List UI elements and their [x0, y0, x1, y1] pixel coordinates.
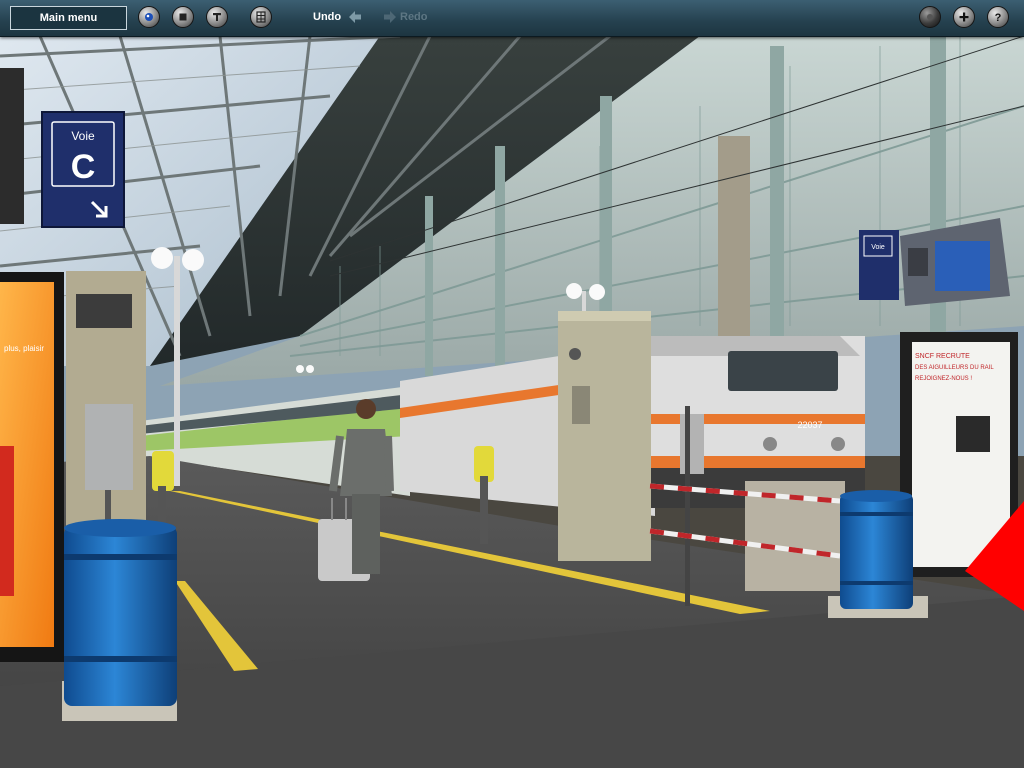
grid-button[interactable]: [250, 6, 272, 28]
zoom-in-button[interactable]: [953, 6, 975, 28]
right-ad-line3: REJOIGNEZ-NOUS !: [915, 376, 972, 382]
left-ad-text: plus, plaisir: [4, 344, 44, 353]
dot-icon: [927, 14, 933, 20]
advertising-panel-right: SNCF RECRUTE DES AIGUILLEURS DU RAIL REJ…: [900, 332, 1024, 611]
redo-button[interactable]: Redo: [400, 11, 428, 23]
driver-view-button[interactable]: [138, 6, 160, 28]
stop-button[interactable]: [172, 6, 194, 28]
platform-sign-voie-c: Voie C: [41, 111, 125, 228]
blue-eye-icon: [145, 13, 153, 21]
stop-icon: [179, 13, 187, 21]
right-ad-line2: DES AIGUILLEURS DU RAIL: [915, 365, 994, 371]
electrical-cabinet: [558, 311, 651, 561]
main-menu-button[interactable]: Main menu: [10, 6, 127, 30]
tools-button[interactable]: [206, 6, 228, 28]
locomotive-number: 22037: [797, 420, 822, 430]
small-sign-voie-label: Voie: [871, 244, 885, 251]
sign-letter-label: C: [71, 148, 96, 186]
grid-icon: [256, 11, 266, 23]
undo-arrow-icon[interactable]: [348, 10, 362, 24]
station-scene: 22037 Voie C Voie plus, plaisir SNCF REC…: [0, 36, 1024, 768]
game-window: Main menu Undo Redo ? 22037 Voie C Voie …: [0, 0, 1024, 768]
undo-button[interactable]: Undo: [313, 11, 341, 23]
question-mark-icon: ?: [995, 12, 1002, 24]
small-platform-sign: Voie: [859, 230, 899, 300]
top-toolbar: Main menu Undo Redo ?: [0, 0, 1024, 37]
plus-icon: [959, 12, 969, 22]
help-button[interactable]: ?: [987, 6, 1009, 28]
redo-arrow-icon[interactable]: [383, 10, 397, 24]
right-ad-line1: SNCF RECRUTE: [915, 353, 970, 360]
svg-text:?: ?: [995, 12, 1002, 24]
station-viewport: 22037 Voie C Voie plus, plaisir SNCF REC…: [0, 36, 1024, 768]
sign-voie-label: Voie: [71, 129, 95, 143]
stone-pillar: [718, 136, 750, 346]
wrench-icon: [213, 13, 221, 21]
camera-button[interactable]: [919, 6, 941, 28]
blue-trash-bin-right: [828, 490, 928, 618]
advertising-panel-left: plus, plaisir: [0, 272, 64, 662]
blue-trash-bin-left: [62, 519, 177, 721]
info-box: [85, 404, 133, 490]
